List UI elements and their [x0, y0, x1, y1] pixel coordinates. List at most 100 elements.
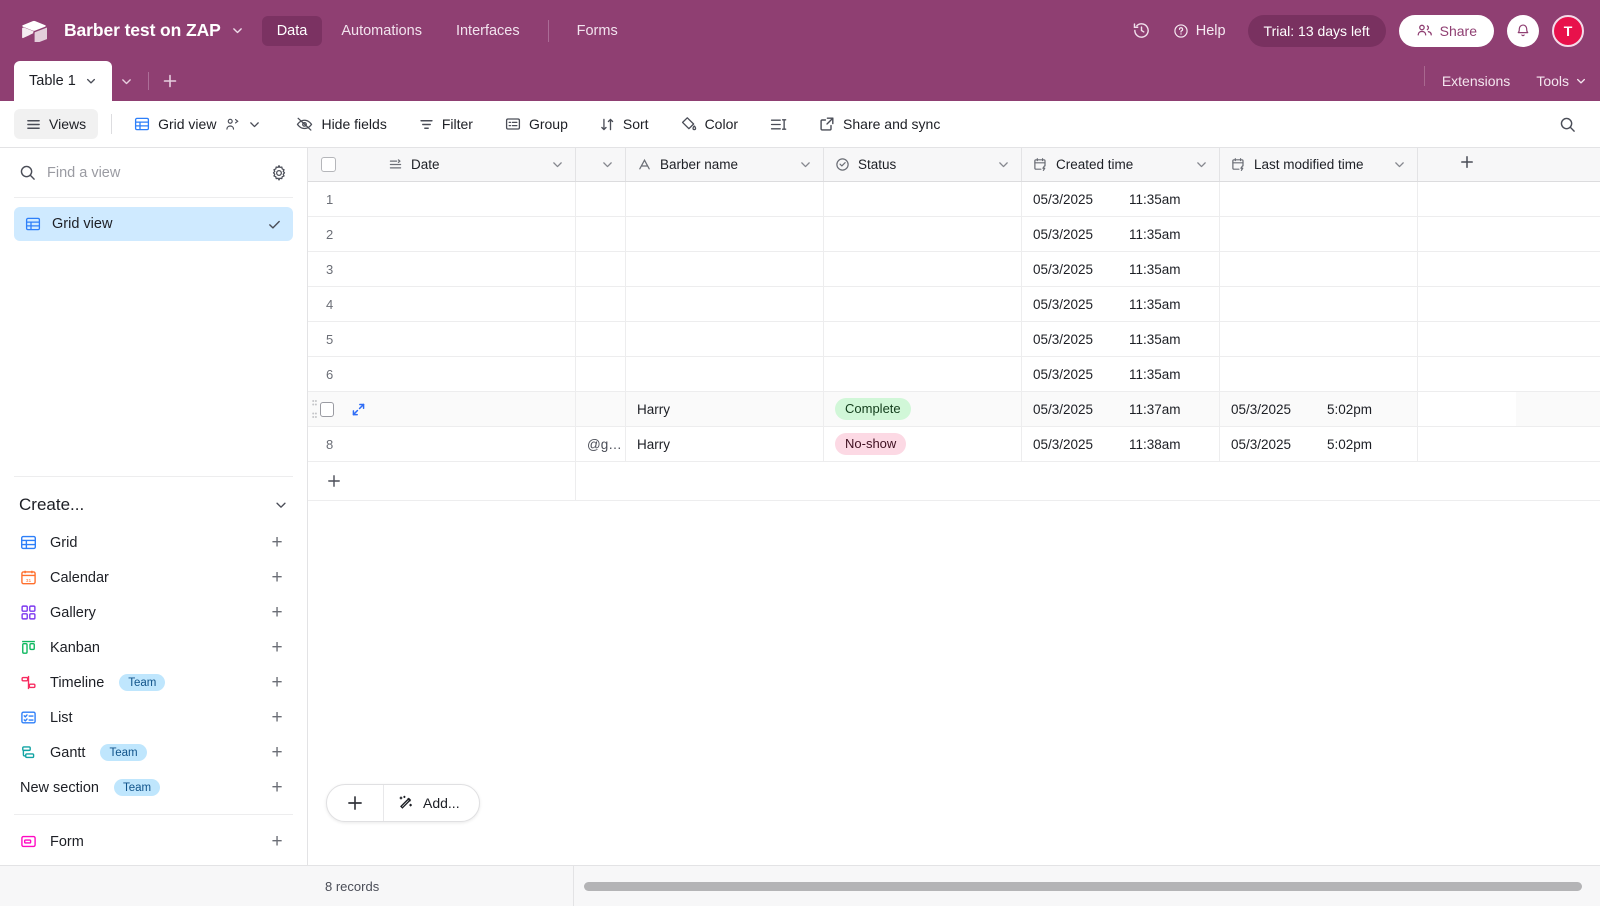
plus-icon[interactable]: +	[267, 673, 287, 692]
select-all-cell[interactable]	[308, 148, 377, 181]
create-header[interactable]: Create...	[14, 488, 293, 522]
row-number-cell[interactable]: 2	[308, 217, 377, 251]
gear-icon[interactable]	[270, 164, 288, 182]
expand-record-icon[interactable]	[351, 402, 366, 417]
cell-created-time[interactable]: 05/3/2025 11:35am	[1022, 182, 1220, 216]
column-header-last-modified-time[interactable]: Last modified time	[1220, 148, 1418, 181]
row-select-checkbox[interactable]	[320, 401, 334, 417]
row-number-cell[interactable]: 5	[308, 322, 377, 356]
search-icon[interactable]	[1549, 109, 1586, 140]
cell-last-modified-time[interactable]	[1220, 287, 1418, 321]
create-item-timeline[interactable]: Timeline Team +	[14, 665, 293, 700]
hide-fields-button[interactable]: Hide fields	[286, 109, 396, 139]
create-item-new-section[interactable]: New section Team +	[14, 770, 293, 805]
cell-created-time[interactable]: 05/3/2025 11:35am	[1022, 252, 1220, 286]
cell-barber-name[interactable]: Harry	[626, 392, 824, 426]
row-number-cell[interactable]: 3	[308, 252, 377, 286]
sidebar-item-grid-view[interactable]: Grid view	[14, 207, 293, 241]
table-row[interactable]: 5 05/3/2025 11:35am	[308, 322, 1600, 357]
cell-barber-name[interactable]	[626, 287, 824, 321]
share-and-sync-button[interactable]: Share and sync	[809, 109, 950, 139]
cell-status[interactable]	[824, 357, 1022, 391]
create-caret-icon[interactable]	[274, 498, 288, 512]
add-row[interactable]	[308, 462, 1600, 501]
chevron-down-icon[interactable]	[1393, 158, 1406, 171]
cell-status[interactable]: Complete	[824, 392, 1022, 426]
add-record-button[interactable]	[327, 785, 384, 821]
row-number-cell[interactable]: 1	[308, 182, 377, 216]
share-button[interactable]: Share	[1398, 14, 1494, 47]
cell-created-time[interactable]: 05/3/2025 11:35am	[1022, 287, 1220, 321]
cell-barber-name[interactable]	[626, 322, 824, 356]
plus-icon[interactable]: +	[267, 603, 287, 622]
nav-interfaces[interactable]: Interfaces	[441, 16, 535, 46]
cell-last-modified-time[interactable]	[1220, 217, 1418, 251]
cell-unnamed[interactable]	[576, 392, 626, 426]
cell-status[interactable]	[824, 252, 1022, 286]
scrollbar-track[interactable]	[584, 881, 1592, 891]
plus-icon[interactable]: +	[267, 743, 287, 762]
table-list-caret-icon[interactable]	[112, 61, 142, 101]
cell-date[interactable]	[377, 287, 576, 321]
cell-date[interactable]	[377, 427, 576, 461]
table-row[interactable]: 6 05/3/2025 11:35am	[308, 357, 1600, 392]
cell-status[interactable]: No-show	[824, 427, 1022, 461]
cell-date[interactable]	[377, 217, 576, 251]
find-view-input[interactable]	[47, 164, 259, 181]
cell-last-modified-time[interactable]	[1220, 182, 1418, 216]
cell-status[interactable]	[824, 217, 1022, 251]
column-header-created-time[interactable]: Created time	[1022, 148, 1220, 181]
cell-unnamed[interactable]	[576, 357, 626, 391]
table-row[interactable]: 8 @g… Harry No-show 05/3/2025 11:38am 05/…	[308, 427, 1600, 462]
filter-button[interactable]: Filter	[409, 109, 483, 139]
nav-data[interactable]: Data	[261, 15, 323, 46]
extensions-button[interactable]: Extensions	[1429, 61, 1523, 101]
cell-unnamed[interactable]	[576, 217, 626, 251]
cell-last-modified-time[interactable]	[1220, 357, 1418, 391]
plus-icon[interactable]: +	[267, 778, 287, 797]
chevron-down-icon[interactable]	[799, 158, 812, 171]
cell-date[interactable]	[377, 252, 576, 286]
avatar[interactable]: T	[1552, 14, 1584, 47]
horizontal-scrollbar[interactable]	[574, 866, 1600, 906]
airtable-cube-icon[interactable]	[16, 13, 52, 49]
add-field-button[interactable]	[1418, 148, 1516, 181]
cell-last-modified-time[interactable]: 05/3/2025 5:02pm	[1220, 427, 1418, 461]
create-item-calendar[interactable]: 31 Calendar +	[14, 560, 293, 595]
history-clock-icon[interactable]	[1125, 14, 1159, 48]
table-row[interactable]: 4 05/3/2025 11:35am	[308, 287, 1600, 322]
cell-date[interactable]	[377, 322, 576, 356]
cell-unnamed[interactable]	[576, 287, 626, 321]
tools-button[interactable]: Tools	[1523, 61, 1600, 101]
person-share-icon[interactable]	[224, 117, 240, 132]
column-header-date[interactable]: Date	[377, 148, 576, 181]
cell-status[interactable]	[824, 182, 1022, 216]
cell-last-modified-time[interactable]: 05/3/2025 5:02pm	[1220, 392, 1418, 426]
row-number-cell[interactable]: 6	[308, 357, 377, 391]
workspace-title[interactable]: Barber test on ZAP	[58, 16, 225, 45]
add-row-plus-icon[interactable]	[308, 462, 576, 500]
create-item-list[interactable]: List +	[14, 700, 293, 735]
add-table-plus-icon[interactable]	[155, 61, 185, 101]
group-button[interactable]: Group	[495, 109, 578, 139]
tab-table-1[interactable]: Table 1	[14, 61, 112, 101]
color-button[interactable]: Color	[671, 109, 748, 139]
views-button[interactable]: Views	[14, 109, 99, 139]
chevron-down-icon[interactable]	[1195, 158, 1208, 171]
nav-automations[interactable]: Automations	[326, 16, 437, 46]
cell-unnamed[interactable]	[576, 322, 626, 356]
table-row[interactable]: 7 Harry Complete 05/	[308, 392, 1600, 427]
chevron-down-icon[interactable]	[601, 158, 614, 171]
table-row[interactable]: 2 05/3/2025 11:35am	[308, 217, 1600, 252]
cell-barber-name[interactable]	[626, 217, 824, 251]
current-view-button[interactable]: Grid view	[125, 109, 270, 139]
chevron-down-icon[interactable]	[997, 158, 1010, 171]
cell-barber-name[interactable]	[626, 357, 824, 391]
nav-forms[interactable]: Forms	[562, 16, 633, 46]
cell-created-time[interactable]: 05/3/2025 11:37am	[1022, 392, 1220, 426]
table-row[interactable]: 3 05/3/2025 11:35am	[308, 252, 1600, 287]
plus-icon[interactable]: +	[267, 533, 287, 552]
help-button[interactable]: Help	[1162, 16, 1237, 46]
cell-barber-name[interactable]	[626, 252, 824, 286]
cell-status[interactable]	[824, 287, 1022, 321]
